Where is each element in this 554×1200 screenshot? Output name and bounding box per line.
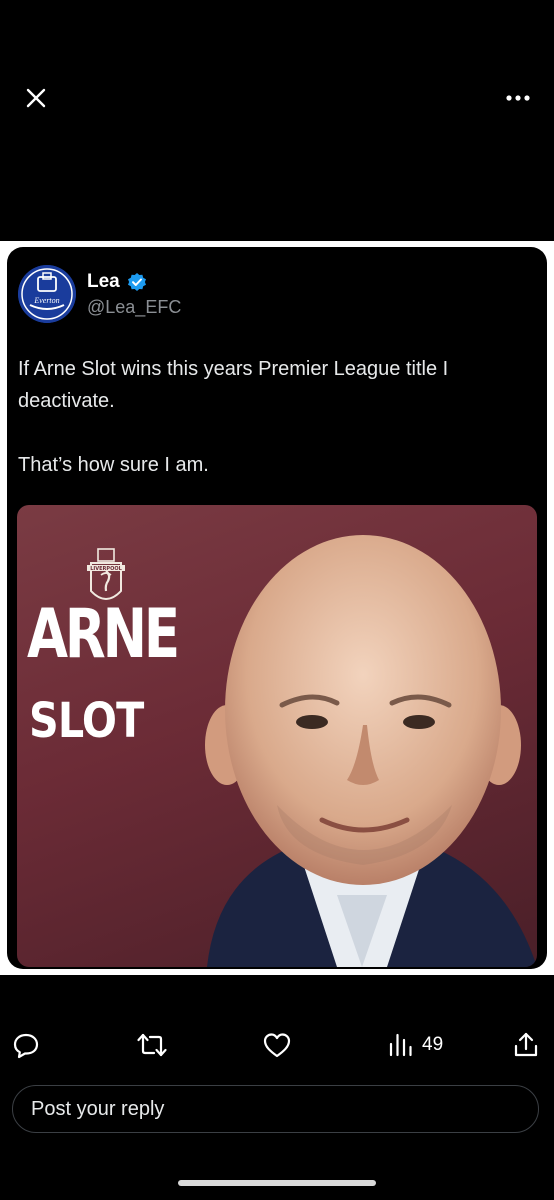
views-count: 49 xyxy=(422,1034,444,1055)
photo-title-first-name: ARNE xyxy=(27,595,180,674)
tweet-screenshot: Everton Lea @Lea_EFC If Arne Slot wins t… xyxy=(7,247,547,969)
like-button[interactable] xyxy=(262,1020,292,1070)
views-button[interactable]: 49 xyxy=(388,1020,443,1070)
retweet-icon xyxy=(137,1033,167,1057)
everton-crest-icon: Everton xyxy=(18,265,76,323)
user-handle: @Lea_EFC xyxy=(87,297,182,317)
tweet-photo: LIVERPOOL ARNE SLOT xyxy=(17,505,537,967)
portrait-image xyxy=(205,535,537,967)
photo-title-last-name: SLOT xyxy=(29,693,144,749)
tweet-text-line: That’s how sure I am. xyxy=(18,454,209,476)
share-icon xyxy=(514,1032,538,1057)
display-name: Lea xyxy=(87,271,120,292)
tweet-text-line: If Arne Slot wins this years Premier Lea… xyxy=(18,358,449,412)
close-button[interactable] xyxy=(20,82,52,114)
retweet-button[interactable] xyxy=(136,1020,168,1070)
reply-placeholder: Post your reply xyxy=(31,1098,165,1120)
avatar: Everton xyxy=(18,265,76,323)
crest-text: LIVERPOOL xyxy=(90,566,122,572)
home-indicator xyxy=(178,1180,376,1186)
views-icon xyxy=(389,1033,412,1057)
more-horizontal-icon xyxy=(506,95,530,101)
heart-icon xyxy=(263,1033,291,1058)
reply-button[interactable] xyxy=(12,1020,40,1070)
action-bar: 49 xyxy=(0,1020,554,1070)
media-image[interactable]: Everton Lea @Lea_EFC If Arne Slot wins t… xyxy=(0,241,554,975)
tweet-text: If Arne Slot wins this years Premier Lea… xyxy=(18,353,533,513)
reply-icon xyxy=(13,1033,39,1059)
top-bar xyxy=(0,0,554,240)
close-icon xyxy=(26,88,46,108)
reply-input[interactable]: Post your reply xyxy=(12,1085,539,1133)
verified-badge-icon xyxy=(128,273,146,291)
share-button[interactable] xyxy=(512,1020,540,1070)
more-options-button[interactable] xyxy=(500,82,536,114)
avatar-text: Everton xyxy=(33,296,59,305)
